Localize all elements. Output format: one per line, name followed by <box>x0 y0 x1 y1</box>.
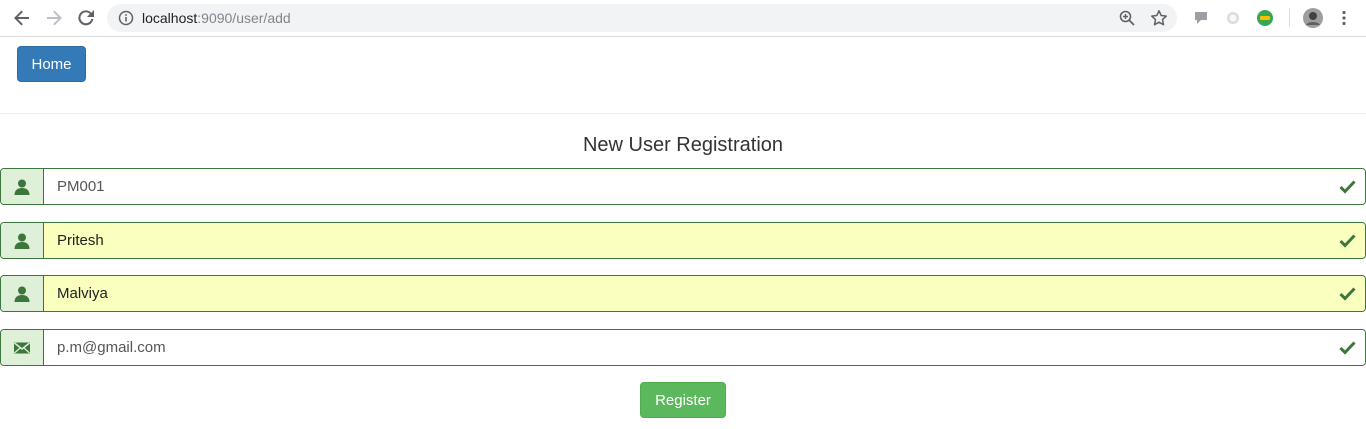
url-text: localhost:9090/user/add <box>142 10 291 26</box>
browser-toolbar: localhost:9090/user/add <box>0 0 1366 37</box>
checkmark-icon <box>1339 339 1356 356</box>
first-name-field-group <box>0 222 1366 259</box>
menu-icon[interactable] <box>1335 9 1353 27</box>
register-button[interactable]: Register <box>640 382 726 418</box>
extension-icon[interactable] <box>1224 9 1242 27</box>
extension-icon[interactable] <box>1256 9 1274 27</box>
info-icon[interactable] <box>118 10 134 26</box>
user-icon <box>1 276 44 311</box>
star-icon[interactable] <box>1150 9 1168 27</box>
user-icon <box>1 169 44 204</box>
user-id-input[interactable] <box>44 169 1365 204</box>
checkmark-icon <box>1339 285 1356 302</box>
checkmark-icon <box>1339 232 1356 249</box>
reload-icon[interactable] <box>74 6 98 30</box>
toolbar-divider <box>1289 9 1290 27</box>
profile-avatar[interactable] <box>1303 8 1323 28</box>
page-title: New User Registration <box>582 134 784 156</box>
email-field-group <box>0 329 1366 366</box>
last-name-field-group <box>0 275 1366 312</box>
extension-icon[interactable] <box>1192 9 1210 27</box>
zoom-icon[interactable] <box>1118 9 1136 27</box>
last-name-input[interactable] <box>44 276 1365 311</box>
divider <box>0 113 1366 114</box>
back-icon[interactable] <box>10 6 34 30</box>
home-button[interactable]: Home <box>17 46 86 82</box>
user-id-field-group <box>0 168 1366 205</box>
user-icon <box>1 223 44 258</box>
forward-icon[interactable] <box>42 6 66 30</box>
address-bar[interactable]: localhost:9090/user/add <box>107 4 1177 32</box>
email-input[interactable] <box>44 330 1365 365</box>
checkmark-icon <box>1339 178 1356 195</box>
first-name-input[interactable] <box>44 223 1365 258</box>
envelope-icon <box>1 330 44 365</box>
